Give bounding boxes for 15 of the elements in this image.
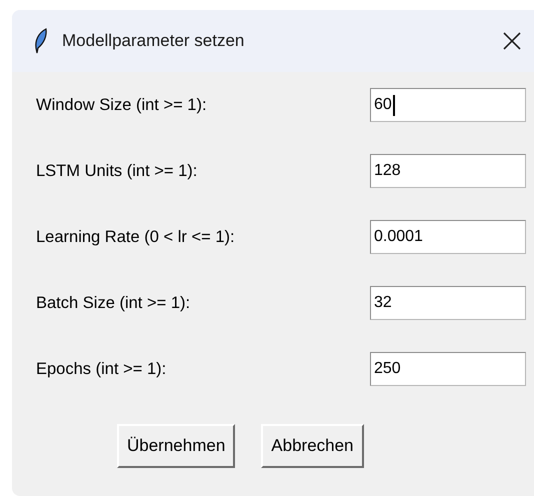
input-field[interactable]: 250: [370, 352, 526, 386]
dialog-button[interactable]: Übernehmen: [117, 424, 236, 468]
field-label: Window Size (int >= 1):: [36, 94, 208, 116]
input-field[interactable]: 32: [370, 286, 526, 320]
input-field[interactable]: 0.0001: [370, 220, 526, 254]
field-label: Learning Rate (0 < lr <= 1):: [36, 226, 236, 248]
field-label: Epochs (int >= 1):: [36, 358, 168, 380]
field-label: LSTM Units (int >= 1):: [36, 160, 198, 182]
input-field[interactable]: 60: [370, 88, 526, 122]
window-title: Modellparameter setzen: [62, 30, 246, 52]
input-field[interactable]: 128: [370, 154, 526, 188]
dialog-button[interactable]: Abbrechen: [261, 424, 364, 468]
field-label: Batch Size (int >= 1):: [36, 292, 192, 314]
feather-icon: [34, 28, 48, 54]
close-icon: [502, 31, 522, 51]
